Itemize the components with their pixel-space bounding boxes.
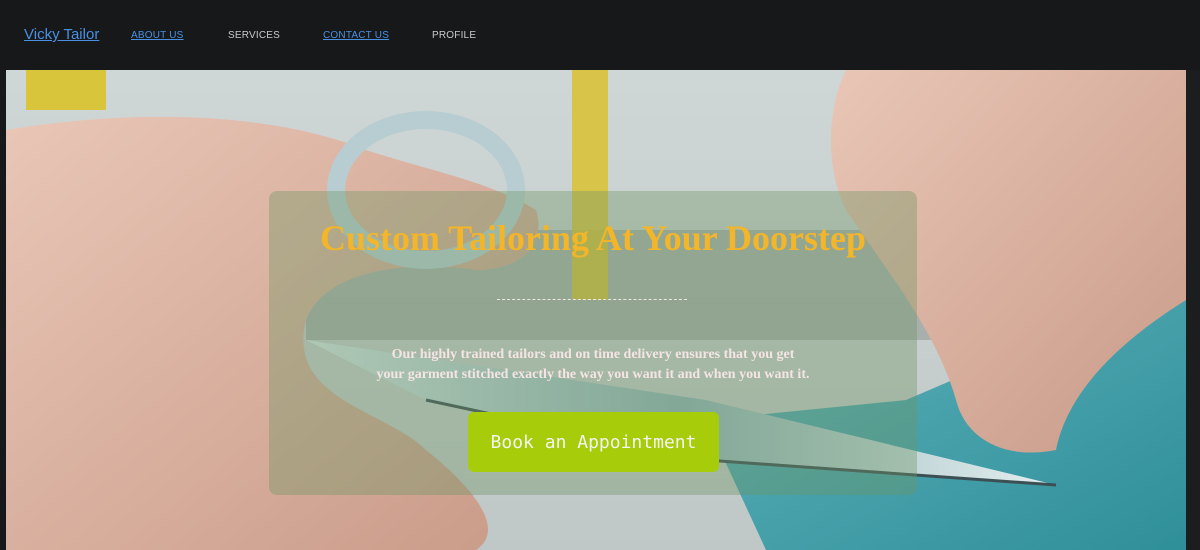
hero-divider [497,299,687,300]
hero-overlay-card: Custom Tailoring At Your Doorstep Our hi… [269,191,917,495]
nav-services[interactable]: SERVICES [228,30,280,41]
nav-profile[interactable]: PROFILE [432,30,476,41]
page-edge [1186,70,1200,550]
nav-contact-us[interactable]: CONTACT US [323,30,389,41]
hero-tagline: Our highly trained tailors and on time d… [309,345,877,385]
tagline-line-1: Our highly trained tailors and on time d… [391,347,795,362]
brand-link[interactable]: Vicky Tailor [24,26,99,43]
nav-about-us[interactable]: ABOUT US [131,30,184,41]
top-navbar: Vicky Tailor ABOUT US SERVICES CONTACT U… [0,0,1200,70]
book-appointment-button[interactable]: Book an Appointment [468,412,719,472]
hero-headline: Custom Tailoring At Your Doorstep [319,218,867,258]
tagline-line-2: your garment stitched exactly the way yo… [376,367,810,382]
